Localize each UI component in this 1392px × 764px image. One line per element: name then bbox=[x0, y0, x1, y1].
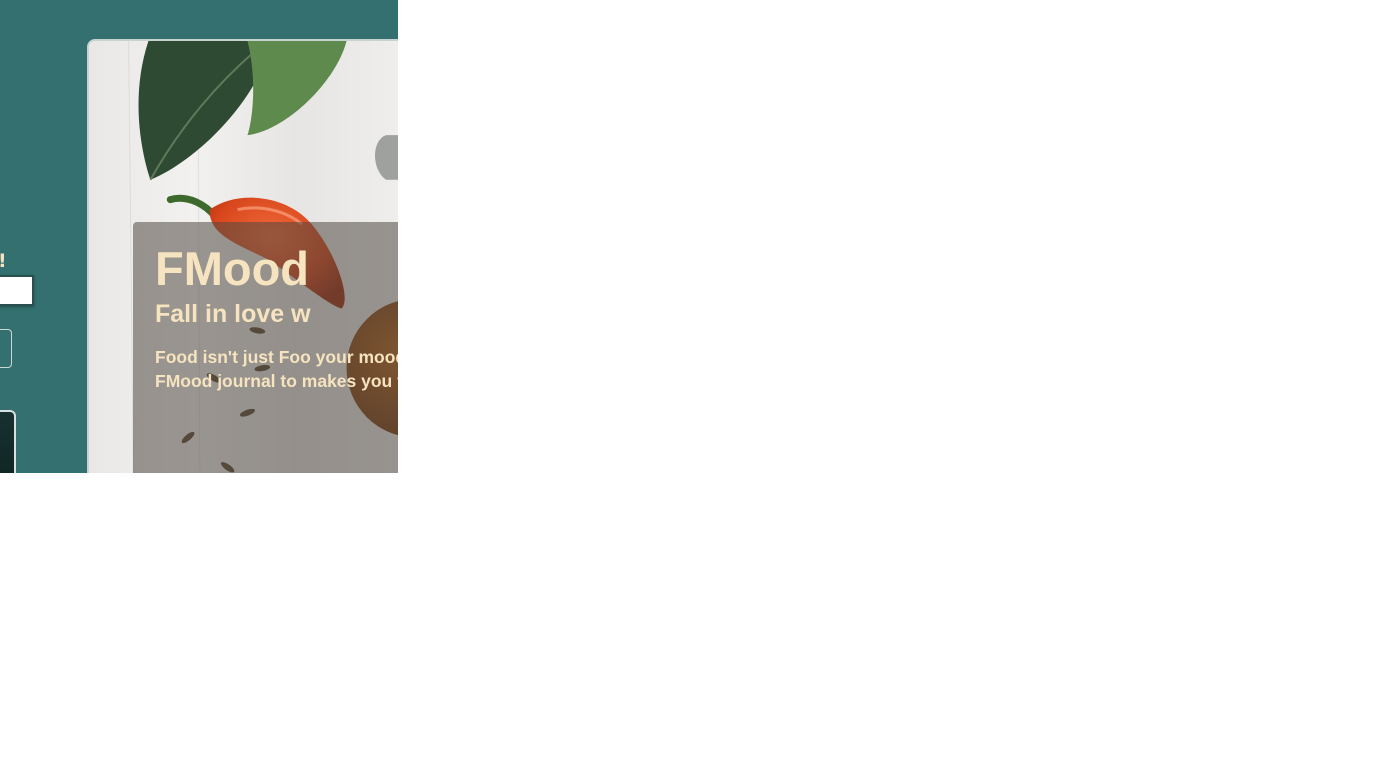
form-heading-fragment-2: ! bbox=[0, 250, 7, 272]
browser-viewport: t ! bbox=[0, 0, 398, 473]
hero-title: FMood bbox=[155, 242, 309, 295]
hero-subtitle: Fall in love w bbox=[155, 300, 311, 328]
text-input[interactable] bbox=[0, 275, 34, 306]
blank-area-right bbox=[398, 0, 1392, 764]
hero-description: Food isn't just Foo your mood will ch FM… bbox=[155, 347, 398, 391]
blank-area-bottom bbox=[0, 473, 398, 764]
submit-button[interactable] bbox=[0, 329, 12, 368]
dark-card[interactable] bbox=[0, 410, 16, 473]
